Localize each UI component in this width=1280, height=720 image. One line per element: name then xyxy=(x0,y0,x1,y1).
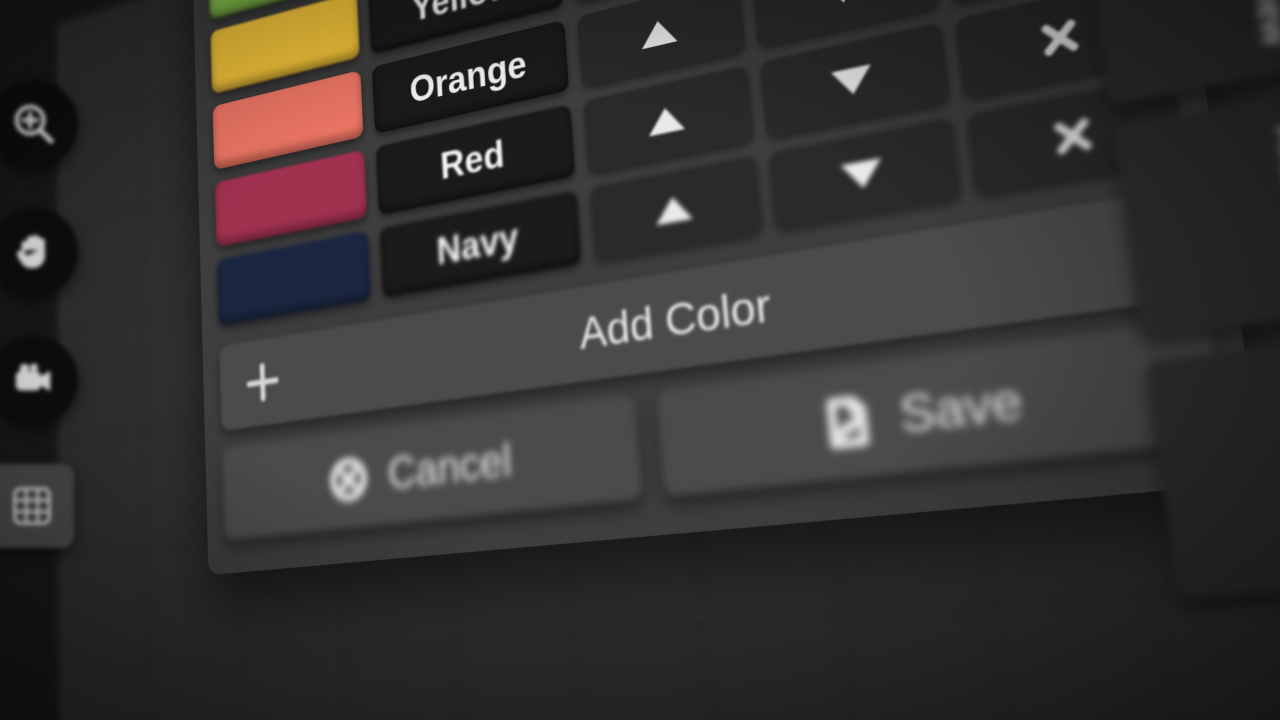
color-swatch[interactable] xyxy=(217,231,371,326)
close-icon xyxy=(1036,14,1083,61)
move-down-button[interactable] xyxy=(768,117,962,230)
plus-icon xyxy=(246,361,279,404)
viewport-tool-strip xyxy=(0,80,78,548)
pan-hand-icon[interactable] xyxy=(0,208,78,296)
move-down-button[interactable] xyxy=(751,0,939,48)
cancel-label: Cancel xyxy=(387,435,513,501)
chevron-up-icon xyxy=(647,104,685,136)
camera-icon[interactable] xyxy=(0,336,78,424)
cancel-icon xyxy=(327,453,370,506)
shading-grid-icon[interactable] xyxy=(0,464,74,548)
side-tab-view[interactable]: View xyxy=(1093,0,1280,105)
move-up-button[interactable] xyxy=(590,155,763,261)
close-icon xyxy=(1049,113,1097,160)
row-controls xyxy=(577,0,1156,87)
save-button[interactable]: Save xyxy=(656,319,1226,497)
save-file-icon xyxy=(817,391,877,453)
chevron-down-icon xyxy=(841,158,884,192)
save-label: Save xyxy=(897,372,1026,445)
zoom-icon[interactable] xyxy=(0,80,78,168)
move-up-button[interactable] xyxy=(577,0,745,87)
chevron-down-icon xyxy=(821,0,863,7)
chevron-up-icon xyxy=(640,17,677,49)
move-up-button[interactable] xyxy=(583,65,754,173)
row-controls xyxy=(590,74,1186,261)
side-tab-an7[interactable]: AN7 Tools xyxy=(1113,88,1280,339)
chevron-up-icon xyxy=(655,193,694,225)
chevron-down-icon xyxy=(831,64,874,98)
color-palette-panel: BlueGreenYellowOrangeRedNavy Add Color C… xyxy=(190,0,1264,575)
